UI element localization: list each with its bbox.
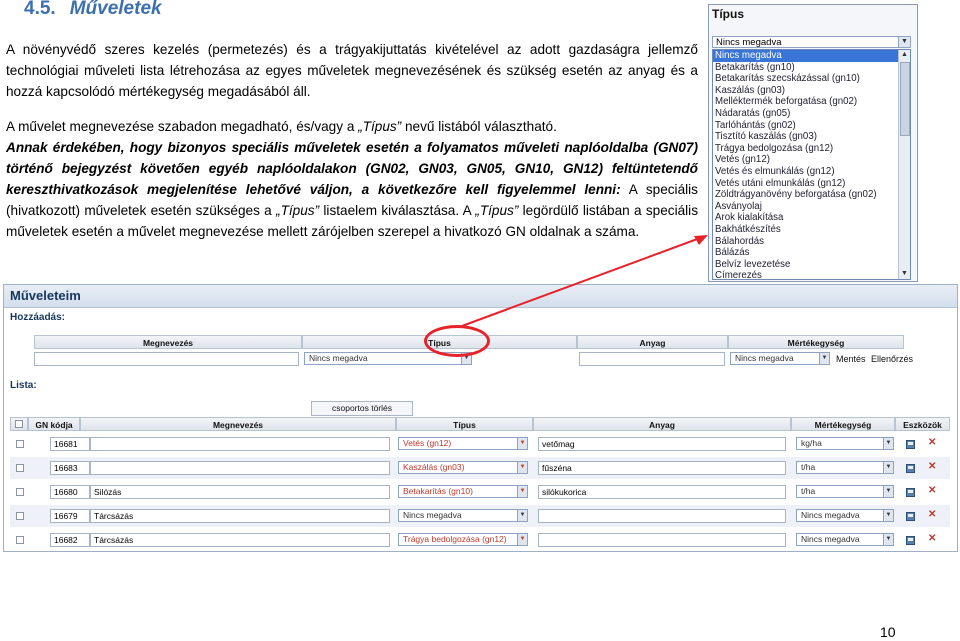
page-number: 10	[880, 624, 896, 640]
highlight-arrow	[461, 235, 708, 327]
